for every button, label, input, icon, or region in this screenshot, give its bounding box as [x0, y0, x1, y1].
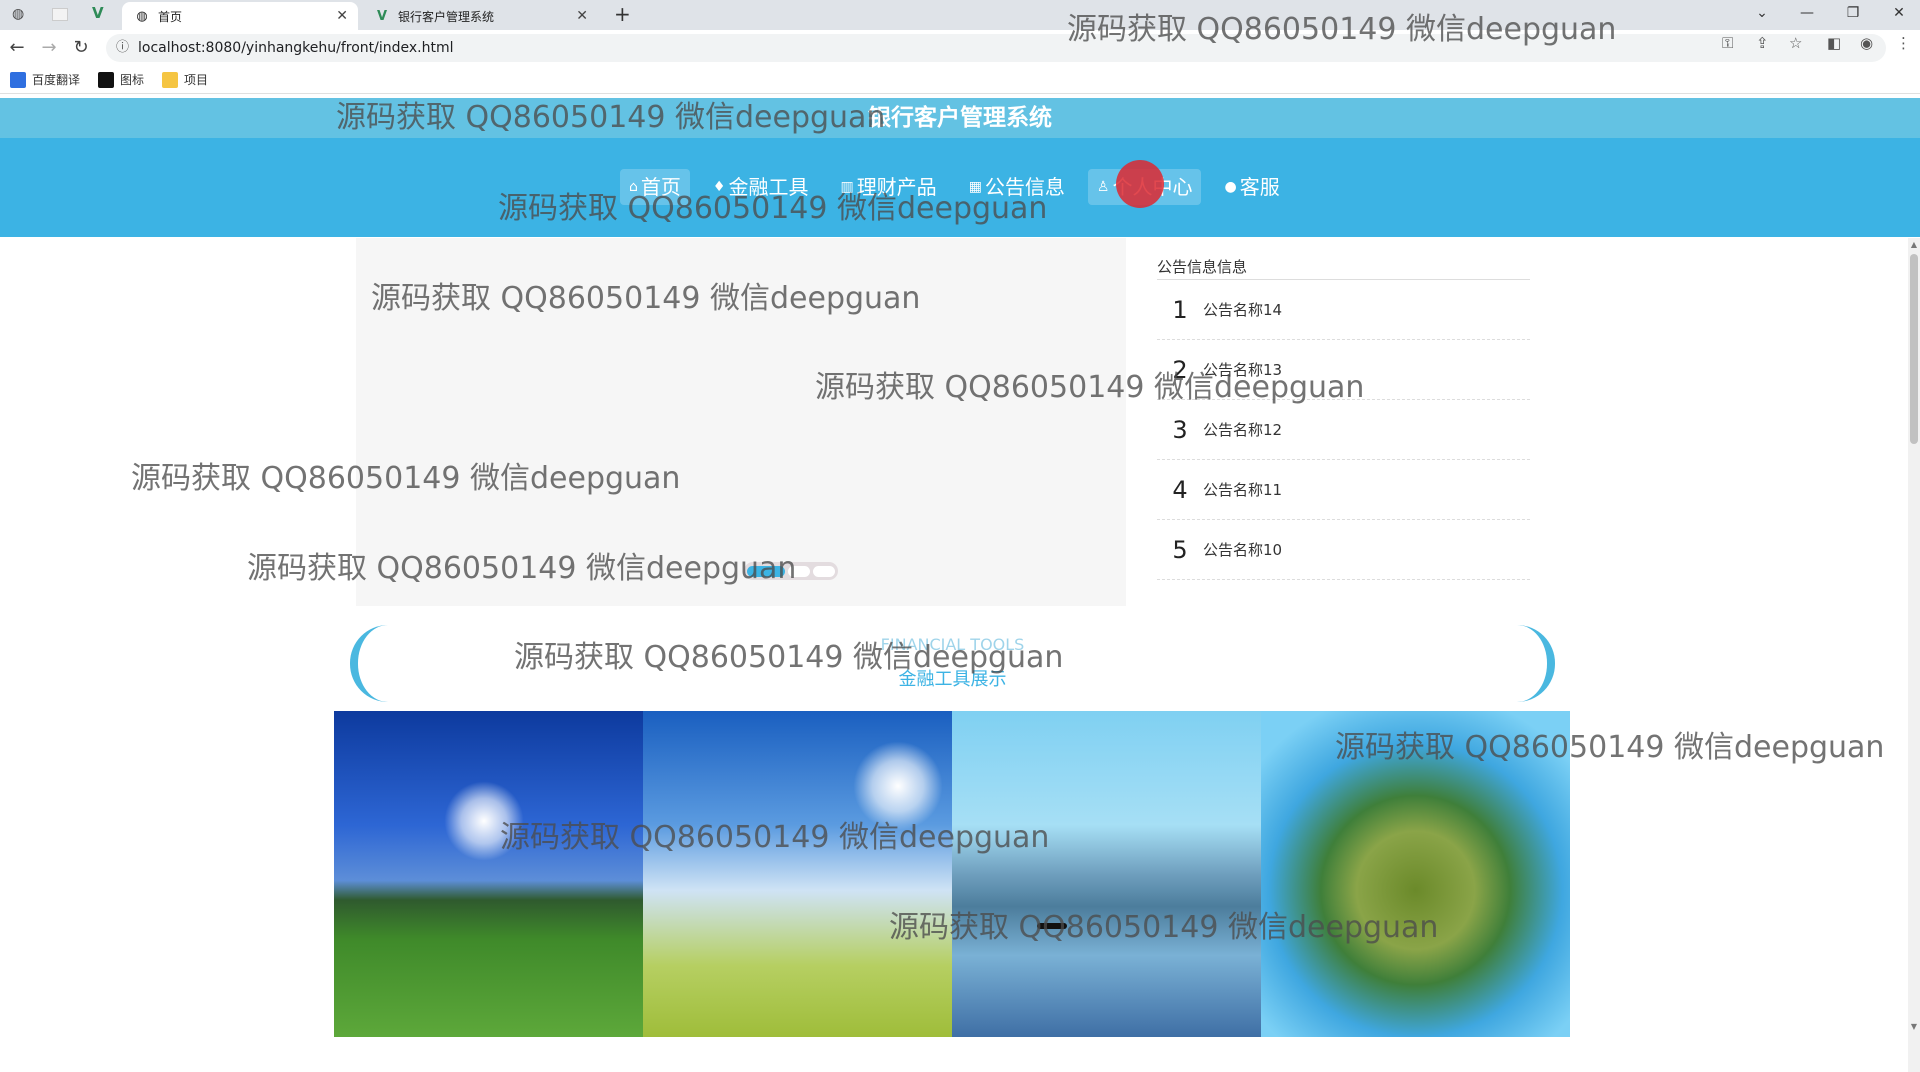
- close-icon[interactable]: ✕: [576, 8, 588, 24]
- browser-tab-bar: ◍ V ◍ 首页 ✕ V 银行客户管理系统 ✕ + ⌄ — ❐ ✕: [0, 0, 1920, 30]
- notice-title[interactable]: 公告名称13: [1203, 359, 1282, 380]
- tool-image[interactable]: [334, 711, 643, 1037]
- bookmark-label: 图标: [120, 73, 145, 87]
- notice-title[interactable]: 公告名称11: [1203, 479, 1282, 500]
- nav-item-home[interactable]: ⌂ 首页: [620, 169, 690, 205]
- carousel[interactable]: [356, 238, 1126, 606]
- notice-number: 5: [1172, 535, 1188, 564]
- vue-icon: V: [376, 8, 388, 24]
- blank-tab-icon[interactable]: [52, 8, 68, 21]
- share-icon[interactable]: ⇪: [1756, 34, 1769, 52]
- nav-item-notices[interactable]: ▦ 公告信息: [960, 169, 1074, 205]
- tab-title: 银行客户管理系统: [398, 9, 495, 24]
- section-title: 金融工具展示: [898, 669, 1007, 690]
- nav-item-service[interactable]: ● 客服: [1215, 169, 1288, 205]
- nav-item-financial-tools[interactable]: ♦ 金融工具: [704, 169, 818, 205]
- bookmarks-bar: 百度翻译 图标 项目: [0, 66, 1920, 94]
- list-item[interactable]: 4 公告名称11: [1157, 460, 1530, 520]
- restore-button[interactable]: ❐: [1838, 2, 1868, 24]
- chevron-down-icon[interactable]: ⌄: [1747, 2, 1777, 24]
- scroll-up-icon[interactable]: ▲: [1908, 240, 1920, 249]
- side-panel-icon[interactable]: ◧: [1827, 34, 1841, 52]
- tool-image[interactable]: [643, 711, 952, 1037]
- tool-image[interactable]: [1261, 711, 1570, 1037]
- url-text: localhost:8080/yinhangkehu/front/index.h…: [138, 40, 454, 56]
- reload-button[interactable]: ↻: [68, 36, 94, 62]
- page-scrollbar[interactable]: ▲ ▼: [1908, 238, 1920, 1072]
- carousel-indicator: [744, 562, 838, 580]
- carousel-dot[interactable]: [788, 565, 810, 577]
- notice-title[interactable]: 公告名称10: [1203, 539, 1282, 560]
- site-title: 银行客户管理系统: [0, 98, 1920, 138]
- translate-icon: [10, 71, 26, 88]
- tab-home[interactable]: ◍ 首页 ✕: [122, 2, 358, 30]
- list-item[interactable]: 5 公告名称10: [1157, 520, 1530, 580]
- tool-image[interactable]: [952, 711, 1261, 1037]
- scroll-thumb[interactable]: [1910, 254, 1918, 444]
- bookmark-item[interactable]: 项目: [162, 71, 208, 88]
- url-input[interactable]: ⓘ localhost:8080/yinhangkehu/front/index…: [106, 34, 1886, 62]
- list-item[interactable]: 2 公告名称13: [1157, 340, 1530, 400]
- folder-icon: [162, 71, 179, 88]
- notice-panel: 公告信息信息 1 公告名称14 2 公告名称13 3 公告名称12 4 公告名称11 5…: [1157, 256, 1530, 580]
- notice-number: 4: [1172, 475, 1188, 504]
- nav-label: 首页: [640, 175, 681, 199]
- carousel-dot[interactable]: [813, 565, 835, 577]
- star-icon[interactable]: ☆: [1789, 34, 1802, 52]
- info-icon[interactable]: ⓘ: [116, 34, 129, 62]
- nav-menu: ⌂首页 ♦金融工具 ▥理财产品 ▦公告信息 ♙个人中心 ●客服: [620, 169, 1303, 205]
- notice-title[interactable]: 公告名称12: [1203, 419, 1282, 440]
- nav-label: 客服: [1239, 175, 1280, 199]
- scroll-down-icon[interactable]: ▼: [1908, 1022, 1920, 1031]
- notice-number: 3: [1172, 415, 1188, 444]
- list-item[interactable]: 3 公告名称12: [1157, 400, 1530, 460]
- minimize-button[interactable]: —: [1792, 2, 1822, 24]
- bookmark-item[interactable]: 图标: [98, 71, 144, 88]
- nav-label: 公告信息: [984, 175, 1065, 199]
- graduation-cap-icon: ♦: [712, 179, 726, 195]
- grid-icon: ▦: [968, 179, 982, 195]
- home-icon: ⌂: [629, 179, 638, 195]
- section-subtitle: FINANCIAL TOOLS: [880, 635, 1025, 654]
- menu-dots-icon[interactable]: ⋮: [1896, 34, 1911, 52]
- tab-title: 首页: [158, 9, 183, 24]
- forward-button[interactable]: →: [36, 36, 62, 62]
- back-button[interactable]: ←: [4, 36, 30, 62]
- notice-title[interactable]: 公告名称14: [1203, 299, 1282, 320]
- notice-number: 2: [1172, 355, 1188, 384]
- sun-shape: [853, 741, 943, 831]
- notice-heading: 公告信息信息: [1157, 256, 1530, 280]
- user-icon: ♙: [1096, 179, 1110, 195]
- vue-icon[interactable]: V: [92, 4, 104, 22]
- globe-icon[interactable]: ◍: [12, 6, 24, 22]
- close-icon[interactable]: ✕: [336, 8, 348, 24]
- list-item[interactable]: 1 公告名称14: [1157, 280, 1530, 340]
- key-icon[interactable]: ⚿: [1722, 34, 1733, 52]
- chart-icon: ▥: [840, 179, 854, 195]
- nav-item-products[interactable]: ▥ 理财产品: [831, 169, 945, 205]
- nav-label: 理财产品: [856, 175, 937, 199]
- boat-shape: [1037, 923, 1067, 929]
- profile-icon[interactable]: ◉: [1860, 34, 1873, 52]
- image-icon: [98, 71, 115, 88]
- globe-icon: ◍: [136, 8, 148, 24]
- financial-tools-gallery: [334, 711, 1570, 1037]
- notice-number: 1: [1172, 295, 1188, 324]
- bookmark-label: 百度翻译: [32, 73, 81, 87]
- carousel-dot[interactable]: [747, 565, 785, 577]
- sun-shape: [444, 781, 524, 861]
- bookmark-item[interactable]: 百度翻译: [10, 71, 80, 88]
- tab-bank-system[interactable]: V 银行客户管理系统 ✕: [362, 2, 598, 30]
- address-bar: ← → ↻ ⓘ localhost:8080/yinhangkehu/front…: [0, 30, 1920, 66]
- bookmark-label: 项目: [184, 73, 209, 87]
- window-close-button[interactable]: ✕: [1884, 2, 1914, 24]
- nav-label: 金融工具: [728, 175, 809, 199]
- service-icon: ●: [1224, 179, 1237, 195]
- cursor-highlight: [1116, 160, 1164, 208]
- section-banner: FINANCIAL TOOLS 金融工具展示: [350, 625, 1555, 702]
- new-tab-button[interactable]: +: [614, 2, 631, 26]
